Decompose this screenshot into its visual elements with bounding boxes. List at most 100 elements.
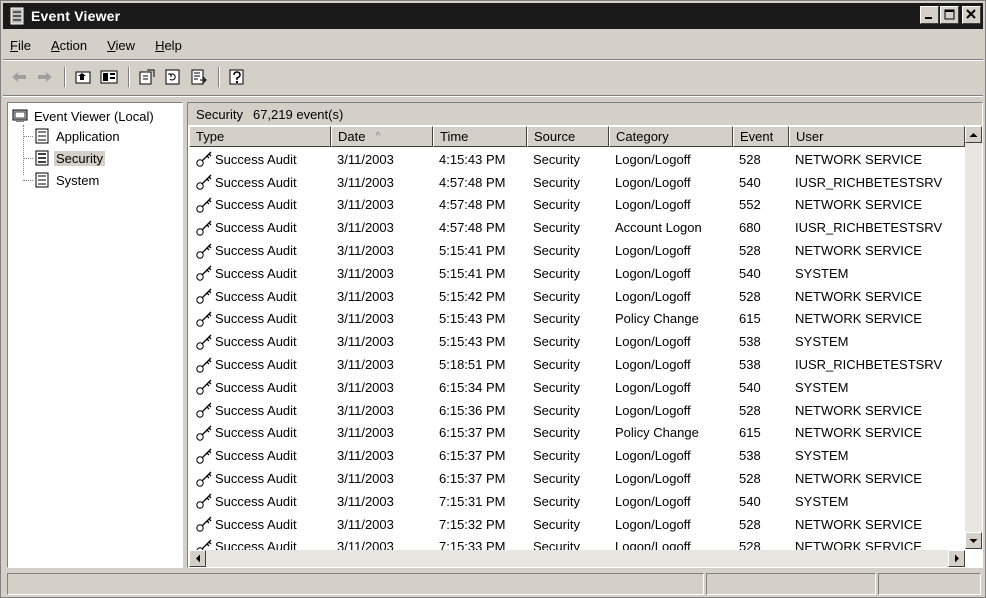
cell-event: 528 (739, 402, 761, 418)
event-rows: Success Audit 3/11/2003 4:15:43 PM Security… (189, 148, 965, 558)
export-list-button[interactable] (187, 66, 211, 88)
key-icon (196, 243, 212, 259)
up-one-level-button[interactable] (71, 66, 95, 88)
menu-file[interactable]: File (3, 38, 41, 53)
table-row[interactable]: Success Audit 3/11/2003 5:15:43 PM Security… (189, 308, 965, 331)
type-label: Success Audit (215, 448, 297, 464)
minimize-button[interactable] (920, 6, 939, 24)
table-row[interactable]: Success Audit 3/11/2003 4:57:48 PM Security… (189, 194, 965, 217)
toolbar-divider (64, 67, 66, 87)
column-header-category[interactable]: Category (609, 126, 733, 147)
scroll-down-button[interactable] (965, 532, 982, 549)
table-row[interactable]: Success Audit 3/11/2003 5:15:41 PM Security… (189, 262, 965, 285)
tree-node-system[interactable]: System (34, 172, 101, 188)
cell-event: 615 (739, 311, 761, 327)
table-row[interactable]: Success Audit 3/11/2003 4:57:48 PM Security… (189, 171, 965, 194)
cell-event: 552 (739, 197, 761, 213)
cell-type: Success Audit (189, 219, 331, 237)
cell-event: 680 (739, 220, 761, 236)
cell-source: Security (533, 493, 580, 509)
cell-type: Success Audit (189, 196, 331, 214)
forward-button[interactable] (33, 66, 57, 88)
back-button[interactable] (7, 66, 31, 88)
table-row[interactable]: Success Audit 3/11/2003 4:57:48 PM Security… (189, 216, 965, 239)
console-tree-icon (100, 70, 118, 84)
tree-node-security[interactable]: Security (34, 150, 105, 166)
cell-category: Logon/Logoff (615, 288, 691, 304)
table-row[interactable]: Success Audit 3/11/2003 6:15:37 PM Security… (189, 444, 965, 467)
close-button[interactable] (962, 6, 981, 24)
menu-view[interactable]: View (97, 38, 145, 53)
up-folder-icon (75, 71, 91, 84)
cell-time: 5:15:41 PM (439, 243, 506, 259)
cell-category: Logon/Logoff (615, 334, 691, 350)
cell-source: Security (533, 197, 580, 213)
table-row[interactable]: Success Audit 3/11/2003 6:15:37 PM Security… (189, 467, 965, 490)
cell-user: NETWORK SERVICE (795, 516, 922, 532)
key-icon (196, 334, 212, 350)
table-row[interactable]: Success Audit 3/11/2003 7:15:32 PM Security… (189, 513, 965, 536)
toolbar-divider (218, 67, 220, 87)
cell-event: 540 (739, 265, 761, 281)
cell-time: 4:57:48 PM (439, 174, 506, 190)
table-row[interactable]: Success Audit 3/11/2003 7:15:31 PM Security… (189, 490, 965, 513)
menu-file-rest: ile (17, 37, 31, 53)
cell-user: NETWORK SERVICE (795, 471, 922, 487)
column-header-date[interactable]: Date ^ (331, 126, 433, 147)
cell-category: Account Logon (615, 220, 702, 236)
menu-action[interactable]: Action (41, 38, 97, 53)
cell-time: 6:15:37 PM (439, 448, 506, 464)
table-row[interactable]: Success Audit 3/11/2003 6:15:36 PM Security… (189, 399, 965, 422)
column-header-event[interactable]: Event (733, 126, 789, 147)
maximize-icon (944, 9, 955, 20)
cell-category: Policy Change (615, 311, 699, 327)
table-row[interactable]: Success Audit 3/11/2003 4:15:43 PM Security… (189, 148, 965, 171)
horizontal-scrollbar[interactable] (189, 550, 965, 567)
help-icon (229, 69, 244, 85)
type-label: Success Audit (215, 220, 297, 236)
cell-time: 5:15:42 PM (439, 288, 506, 304)
table-row[interactable]: Success Audit 3/11/2003 5:15:43 PM Security… (189, 330, 965, 353)
column-header-date-label: Date (338, 129, 366, 144)
title-bar[interactable]: Event Viewer (3, 3, 983, 29)
table-row[interactable]: Success Audit 3/11/2003 5:15:42 PM Security… (189, 285, 965, 308)
cell-user: SYSTEM (795, 334, 849, 350)
status-bar (7, 573, 983, 595)
menu-help[interactable]: Help (145, 38, 192, 53)
menu-bar: File Action View Help (3, 33, 983, 57)
status-panel-main (7, 573, 704, 595)
properties-button[interactable] (135, 66, 159, 88)
column-header-user[interactable]: User (789, 126, 965, 147)
key-icon (196, 265, 212, 282)
help-button[interactable] (225, 66, 249, 88)
type-label: Success Audit (215, 288, 297, 304)
show-hide-tree-button[interactable] (97, 66, 121, 88)
table-row[interactable]: Success Audit 3/11/2003 6:15:34 PM Security… (189, 376, 965, 399)
scroll-right-button[interactable] (948, 550, 965, 567)
key-icon (196, 516, 212, 532)
cell-category: Logon/Logoff (615, 174, 691, 190)
table-row[interactable]: Success Audit 3/11/2003 5:15:41 PM Security… (189, 239, 965, 262)
cell-source: Security (533, 174, 580, 190)
tree-root-event-viewer[interactable]: Event Viewer (Local) (12, 108, 156, 124)
tree-node-application[interactable]: Application (34, 128, 122, 144)
maximize-button[interactable] (940, 6, 959, 24)
console-tree[interactable]: Event Viewer (Local) Application Securit… (7, 102, 183, 568)
column-header-time[interactable]: Time (433, 126, 527, 147)
column-headers: Type Date ^ Time Source Category Event U… (189, 126, 965, 147)
column-header-type[interactable]: Type (189, 126, 331, 147)
table-row[interactable]: Success Audit 3/11/2003 6:15:37 PM Security… (189, 422, 965, 445)
column-header-source[interactable]: Source (527, 126, 609, 147)
vertical-scrollbar[interactable] (965, 126, 982, 549)
toolbar-separator-bottom (3, 95, 983, 97)
cell-time: 5:15:43 PM (439, 334, 506, 350)
log-book-icon (35, 150, 49, 166)
scroll-left-button[interactable] (189, 550, 206, 567)
cell-date: 3/11/2003 (337, 448, 394, 464)
scroll-up-button[interactable] (965, 126, 982, 143)
cell-date: 3/11/2003 (337, 357, 394, 373)
refresh-button[interactable] (161, 66, 185, 88)
cell-category: Logon/Logoff (615, 493, 691, 509)
table-row[interactable]: Success Audit 3/11/2003 5:18:51 PM Security… (189, 353, 965, 376)
key-icon (196, 197, 212, 213)
